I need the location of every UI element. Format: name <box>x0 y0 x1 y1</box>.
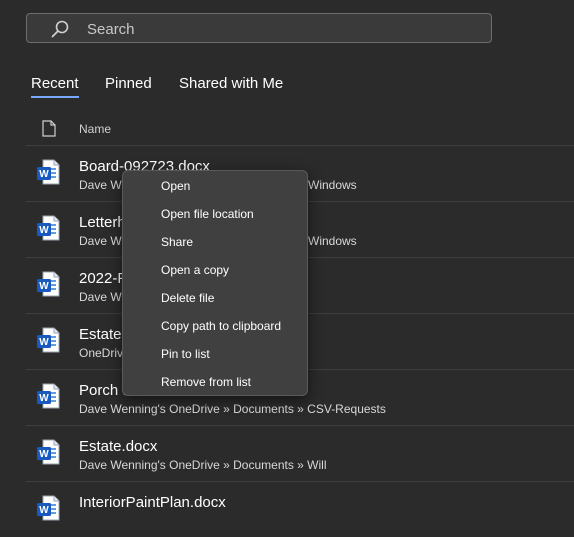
search-input[interactable]: Search <box>26 13 492 43</box>
svg-text:W: W <box>39 505 49 516</box>
document-icon <box>42 120 56 137</box>
search-placeholder: Search <box>87 21 135 38</box>
file-path: Dave Wenning's OneDrive » Documents » CS… <box>79 402 386 416</box>
word-file-icon: W <box>37 495 60 521</box>
context-menu: Open Open file location Share Open a cop… <box>122 170 308 396</box>
svg-text:W: W <box>39 225 49 236</box>
menu-item-delete-file[interactable]: Delete file <box>161 291 214 305</box>
svg-text:W: W <box>39 337 49 348</box>
svg-text:W: W <box>39 169 49 180</box>
word-file-icon: W <box>37 439 60 465</box>
word-file-icon: W <box>37 383 60 409</box>
word-file-icon: W <box>37 159 60 185</box>
file-path: Dave We <box>79 234 129 248</box>
file-path-end: Windows <box>308 234 357 248</box>
file-name: Letterh <box>79 214 126 231</box>
file-row[interactable]: W InteriorPaintPlan.docx <box>26 481 574 537</box>
word-file-icon: W <box>37 327 60 353</box>
file-row[interactable]: W Estate.docx Dave Wenning's OneDrive » Do… <box>26 425 574 481</box>
menu-item-share[interactable]: Share <box>161 235 193 249</box>
file-name: 2022-F <box>79 270 127 287</box>
file-path-end: Windows <box>308 178 357 192</box>
menu-item-open[interactable]: Open <box>161 179 190 193</box>
svg-text:W: W <box>39 449 49 460</box>
svg-text:W: W <box>39 393 49 404</box>
file-name: Estate.docx <box>79 438 158 455</box>
file-name: Porch I <box>79 382 127 399</box>
tab-shared-with-me[interactable]: Shared with Me <box>179 75 283 92</box>
menu-item-remove-from-list[interactable]: Remove from list <box>161 375 251 389</box>
column-name-header[interactable]: Name <box>79 122 111 136</box>
word-file-icon: W <box>37 271 60 297</box>
menu-item-open-file-location[interactable]: Open file location <box>161 207 254 221</box>
tab-pinned[interactable]: Pinned <box>105 75 152 92</box>
svg-text:W: W <box>39 281 49 292</box>
file-path: Dave We <box>79 290 129 304</box>
file-path: Dave Wenning's OneDrive » Documents » Wi… <box>79 458 327 472</box>
word-file-icon: W <box>37 215 60 241</box>
file-list-header: Name <box>0 114 574 144</box>
file-path: Dave We <box>79 178 129 192</box>
file-name: InteriorPaintPlan.docx <box>79 494 226 511</box>
menu-item-pin-to-list[interactable]: Pin to list <box>161 347 210 361</box>
tab-recent[interactable]: Recent <box>31 75 79 98</box>
file-name: Estate. <box>79 326 126 343</box>
search-icon <box>51 20 69 38</box>
menu-item-open-a-copy[interactable]: Open a copy <box>161 263 229 277</box>
menu-item-copy-path[interactable]: Copy path to clipboard <box>161 319 281 333</box>
file-path: OneDriv <box>79 346 124 360</box>
